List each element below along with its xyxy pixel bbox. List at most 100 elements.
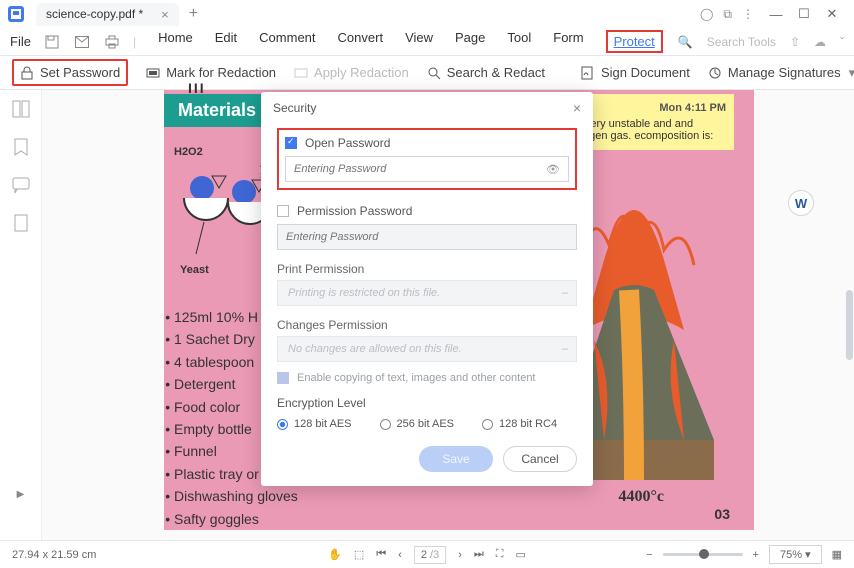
dialog-close-icon[interactable]: × bbox=[573, 100, 581, 116]
fit-width-icon[interactable]: ▭ bbox=[515, 548, 525, 561]
redact-apply-icon bbox=[294, 66, 308, 80]
sign-icon bbox=[581, 66, 595, 80]
menu-home[interactable]: Home bbox=[158, 30, 193, 53]
fit-page-icon[interactable]: ⛶ bbox=[496, 548, 504, 561]
prev-page-icon[interactable]: ‹ bbox=[398, 549, 402, 561]
menu-edit[interactable]: Edit bbox=[215, 30, 237, 53]
first-page-icon[interactable]: ⏮ bbox=[376, 548, 386, 561]
cancel-button[interactable]: Cancel bbox=[503, 446, 577, 472]
file-menu[interactable]: File bbox=[10, 33, 31, 51]
comments-icon[interactable] bbox=[12, 176, 30, 194]
menu-view[interactable]: View bbox=[405, 30, 433, 53]
zoom-in-icon[interactable]: + bbox=[753, 549, 759, 561]
menu-form[interactable]: Form bbox=[553, 30, 583, 53]
changes-permission-select: No changes are allowed on this file. bbox=[277, 336, 577, 362]
cloud-icon[interactable]: ☁ bbox=[814, 35, 826, 49]
security-dialog: Security × Open Password 👁 Permission Pa… bbox=[261, 92, 593, 486]
enc-opt-label: 128 bit RC4 bbox=[499, 418, 557, 430]
note-text: re very unstable and and oxygen gas. eco… bbox=[572, 118, 726, 142]
expand-icon[interactable]: ˇ bbox=[840, 35, 844, 49]
view-mode-icon[interactable]: ▦ bbox=[832, 548, 842, 561]
bookmarks-icon[interactable] bbox=[12, 138, 30, 156]
print-icon[interactable] bbox=[103, 33, 121, 51]
menu-convert[interactable]: Convert bbox=[338, 30, 384, 53]
enc-128-aes-radio[interactable]: 128 bit AES bbox=[277, 418, 352, 430]
manage-signatures-label: Manage Signatures bbox=[728, 65, 841, 80]
app-menu-icon[interactable]: ⧉ bbox=[723, 7, 732, 22]
menu-page[interactable]: Page bbox=[455, 30, 485, 53]
note-time: Mon 4:11 PM bbox=[572, 102, 726, 114]
mark-redaction-label: Mark for Redaction bbox=[166, 65, 276, 80]
permission-password-label: Permission Password bbox=[297, 204, 412, 218]
new-tab-button[interactable]: + bbox=[189, 5, 198, 23]
manage-signatures-button[interactable]: Manage Signatures▾ bbox=[708, 65, 854, 81]
menu-protect[interactable]: Protect bbox=[614, 34, 655, 49]
open-password-input[interactable] bbox=[294, 163, 546, 175]
enc-256-aes-radio[interactable]: 256 bit AES bbox=[380, 418, 455, 430]
page-input[interactable]: 2 /3 bbox=[414, 546, 446, 564]
enc-opt-label: 128 bit AES bbox=[294, 418, 352, 430]
changes-permission-label: Changes Permission bbox=[277, 318, 577, 332]
reveal-password-icon[interactable]: 👁 bbox=[546, 163, 560, 176]
search-redact-label: Search & Redact bbox=[447, 65, 545, 80]
zoom-out-icon[interactable]: − bbox=[646, 549, 652, 561]
encryption-radios: 128 bit AES 256 bit AES 128 bit RC4 bbox=[277, 418, 577, 430]
search-icon[interactable]: 🔍 bbox=[678, 35, 693, 49]
label-yeast: Yeast bbox=[180, 264, 209, 276]
document-tab[interactable]: science-copy.pdf * × bbox=[36, 3, 179, 26]
zoom-percent[interactable]: 75% ▾ bbox=[769, 545, 822, 564]
select-tool-icon[interactable]: ⬚ bbox=[354, 548, 364, 561]
user-icon[interactable]: ◯ bbox=[700, 7, 713, 22]
main-menus: Home Edit Comment Convert View Page Tool… bbox=[158, 30, 663, 53]
set-password-button[interactable]: Set Password bbox=[20, 65, 120, 80]
menu-tool[interactable]: Tool bbox=[507, 30, 531, 53]
radio-off-icon bbox=[380, 419, 391, 430]
protect-toolbar: Set Password Mark for Redaction Apply Re… bbox=[0, 56, 854, 90]
permission-password-checkbox[interactable]: Permission Password bbox=[277, 204, 577, 218]
menu-comment[interactable]: Comment bbox=[259, 30, 315, 53]
scrollbar-thumb[interactable] bbox=[846, 290, 853, 360]
window-close[interactable]: ✕ bbox=[818, 6, 846, 22]
materials-heading: Materials bbox=[164, 94, 270, 127]
zoom-slider[interactable] bbox=[663, 553, 743, 556]
status-bar: 27.94 x 21.59 cm ✋ ⬚ ⏮ ‹ 2 /3 › ⏭ ⛶ ▭ − … bbox=[0, 540, 854, 568]
kebab-icon[interactable]: ⋮ bbox=[742, 7, 754, 22]
page-total: /3 bbox=[430, 549, 439, 561]
open-password-field[interactable]: 👁 bbox=[285, 156, 569, 182]
share-icon[interactable]: ⇧ bbox=[790, 35, 800, 49]
open-password-checkbox[interactable]: Open Password bbox=[285, 136, 569, 150]
last-page-icon[interactable]: ⏭ bbox=[474, 548, 484, 561]
hand-tool-icon[interactable]: ✋ bbox=[328, 548, 342, 561]
page-dimensions: 27.94 x 21.59 cm bbox=[12, 549, 96, 561]
list-item: Safty goggles bbox=[174, 508, 298, 530]
encryption-level-label: Encryption Level bbox=[277, 396, 577, 410]
thumbnails-icon[interactable] bbox=[12, 100, 30, 118]
save-icon[interactable] bbox=[43, 33, 61, 51]
print-permission-select: Printing is restricted on this file. bbox=[277, 280, 577, 306]
enable-copy-checkbox: Enable copying of text, images and other… bbox=[277, 372, 577, 384]
attachments-icon[interactable] bbox=[12, 214, 30, 232]
enc-128-rc4-radio[interactable]: 128 bit RC4 bbox=[482, 418, 557, 430]
window-maximize[interactable]: ☐ bbox=[790, 6, 818, 22]
permission-password-field bbox=[277, 224, 577, 250]
enable-copy-label: Enable copying of text, images and other… bbox=[297, 372, 536, 384]
search-tools-input[interactable]: Search Tools bbox=[707, 35, 776, 49]
search-redact-button[interactable]: Search & Redact bbox=[427, 65, 545, 80]
checkbox-empty-icon bbox=[277, 205, 289, 217]
mark-redaction-button[interactable]: Mark for Redaction bbox=[146, 65, 276, 80]
mail-icon[interactable] bbox=[73, 33, 91, 51]
menu-bar: File | Home Edit Comment Convert View Pa… bbox=[0, 28, 854, 56]
highlight-set-password: Set Password bbox=[12, 59, 128, 86]
open-password-label: Open Password bbox=[305, 136, 390, 150]
list-item: Dishwashing gloves bbox=[174, 485, 298, 507]
search-redact-icon bbox=[427, 66, 441, 80]
highlight-protect: Protect bbox=[606, 30, 663, 53]
word-export-badge[interactable]: W bbox=[788, 190, 814, 216]
save-button[interactable]: Save bbox=[419, 446, 493, 472]
next-page-icon[interactable]: › bbox=[458, 549, 462, 561]
sign-document-button[interactable]: Sign Document bbox=[581, 65, 690, 80]
window-minimize[interactable]: — bbox=[762, 7, 790, 22]
dialog-titlebar: Security × bbox=[261, 92, 593, 124]
tab-close-icon[interactable]: × bbox=[161, 7, 169, 22]
rail-expand-icon[interactable]: ▶ bbox=[17, 489, 25, 500]
